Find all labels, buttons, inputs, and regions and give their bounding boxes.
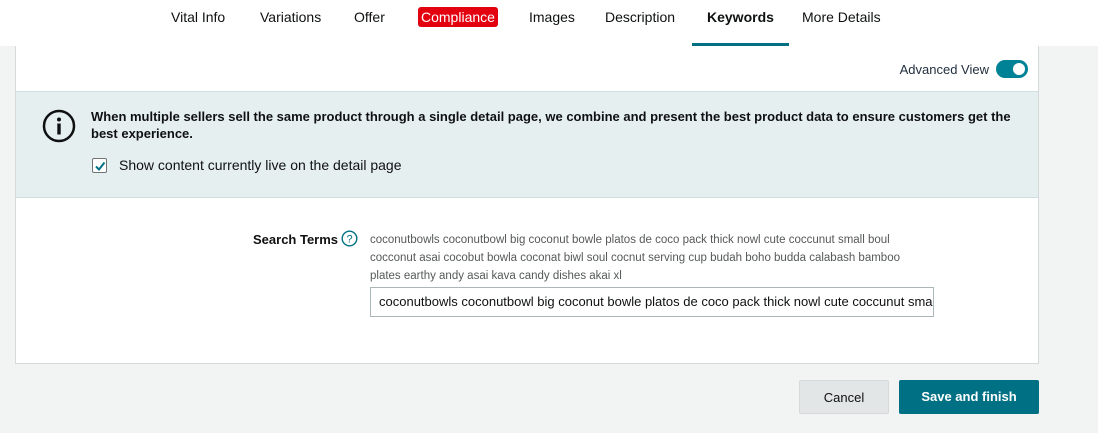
show-live-content-checkbox[interactable]: [92, 157, 107, 173]
show-live-content-option: Show content currently live on the detai…: [92, 157, 402, 173]
cancel-button[interactable]: Cancel: [799, 380, 889, 414]
compliance-error-badge: Compliance: [418, 7, 498, 27]
advanced-view-control: Advanced View: [900, 60, 1028, 78]
tab-vital-info[interactable]: Vital Info: [171, 0, 225, 46]
tab-keywords[interactable]: Keywords: [692, 0, 789, 46]
tab-offer[interactable]: Offer: [354, 0, 385, 46]
checkmark-icon: [95, 161, 106, 171]
search-terms-label: Search Terms: [253, 232, 339, 247]
keywords-panel: Advanced View When multiple sellers sell…: [15, 46, 1039, 364]
search-terms-input[interactable]: coconutbowls coconutbowl big coconut bow…: [370, 287, 934, 317]
tab-images[interactable]: Images: [529, 0, 575, 46]
tab-compliance[interactable]: Compliance: [418, 0, 498, 46]
question-circle-icon[interactable]: ?: [341, 230, 358, 247]
advanced-view-label: Advanced View: [899, 61, 989, 77]
tab-variations[interactable]: Variations: [260, 0, 321, 46]
save-and-finish-button[interactable]: Save and finish: [899, 380, 1039, 414]
tab-more-details[interactable]: More Details: [802, 0, 881, 46]
tab-description[interactable]: Description: [605, 0, 675, 46]
svg-text:?: ?: [346, 234, 352, 246]
tab-bar: Vital Info Variations Offer Compliance I…: [0, 0, 1098, 46]
search-terms-live-value: coconutbowls coconutbowl big coconut bow…: [370, 234, 900, 282]
info-circle-icon: [42, 109, 76, 143]
show-live-content-label: Show content currently live on the detai…: [119, 157, 402, 173]
info-message: When multiple sellers sell the same prod…: [91, 109, 1011, 141]
advanced-view-toggle[interactable]: [996, 60, 1028, 78]
info-banner: When multiple sellers sell the same prod…: [16, 91, 1038, 198]
